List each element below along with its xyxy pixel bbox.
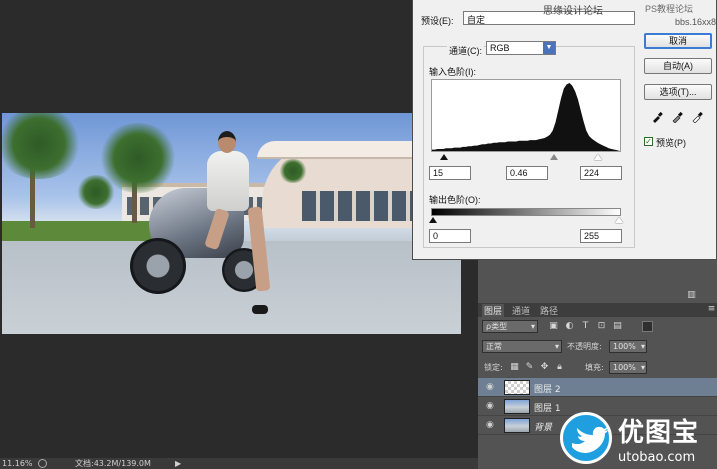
- rider-body: [207, 151, 249, 211]
- input-black-field[interactable]: 15: [429, 166, 471, 180]
- input-white-field[interactable]: 224: [580, 166, 622, 180]
- output-black-slider[interactable]: [429, 217, 437, 223]
- eye-icon[interactable]: ◉: [486, 382, 496, 392]
- rider-shoe: [252, 305, 268, 314]
- levels-dialog: 预设(E): 自定 思缘设计论坛 PS教程论坛 bbs.16xx8.com 通道…: [412, 0, 717, 260]
- input-white-slider[interactable]: [594, 154, 602, 160]
- zoom-level[interactable]: 11.16%: [2, 458, 33, 469]
- auto-button[interactable]: 自动(A): [644, 58, 712, 74]
- preset-value: 自定: [467, 15, 486, 25]
- preset-label: 预设(E):: [421, 16, 454, 26]
- black-eyedropper-icon[interactable]: [651, 111, 663, 123]
- output-gradient: [431, 208, 621, 216]
- logo-text-cn: 优图宝: [618, 418, 700, 448]
- layer-thumbnail: [504, 380, 530, 395]
- channel-label: 通道(C):: [447, 44, 484, 57]
- options-button[interactable]: 选项(T)...: [644, 84, 712, 100]
- eye-icon[interactable]: ◉: [486, 420, 496, 430]
- front-wheel: [130, 238, 186, 294]
- layer-name: 图层 2: [534, 385, 561, 395]
- status-arrow-icon[interactable]: ▶: [175, 458, 181, 469]
- layer-name: 背景: [534, 423, 553, 433]
- eye-icon[interactable]: ◉: [486, 401, 496, 411]
- bird-icon: [572, 426, 608, 453]
- input-gamma-field[interactable]: 0.46: [506, 166, 548, 180]
- output-white-field[interactable]: 255: [580, 229, 622, 243]
- blend-mode-select[interactable]: 正常 ▾: [482, 340, 562, 353]
- histogram-graph: [432, 83, 620, 151]
- watermark-url: bbs.16xx8.com: [675, 17, 717, 27]
- chevron-down-icon: ▾: [640, 363, 645, 372]
- tab-layers[interactable]: 图层: [482, 304, 505, 317]
- lock-label: 锁定:: [484, 363, 503, 372]
- output-white-slider[interactable]: [615, 217, 623, 223]
- opacity-input[interactable]: 100% ▾: [609, 340, 647, 353]
- channel-select[interactable]: RGB ▼: [486, 41, 556, 55]
- filter-shape-icon[interactable]: ⊡: [596, 321, 607, 332]
- palm-tree: [2, 113, 84, 179]
- opacity-label: 不透明度:: [567, 342, 602, 351]
- preview-label: 预览(P): [656, 138, 686, 148]
- input-gamma-slider[interactable]: [550, 154, 558, 160]
- lock-image-icon[interactable]: ✎: [524, 362, 535, 373]
- rider-head: [218, 131, 236, 153]
- layer-thumbnail: [504, 418, 530, 433]
- gray-eyedropper-icon[interactable]: [671, 111, 683, 123]
- blend-mode-value: 正常: [486, 342, 502, 351]
- cancel-button[interactable]: 取消: [644, 33, 712, 49]
- filter-pixel-icon[interactable]: ▣: [548, 321, 559, 332]
- chevron-down-icon: ▾: [554, 342, 559, 351]
- white-eyedropper-icon[interactable]: [691, 111, 703, 123]
- kind-filter-select[interactable]: ρ类型 ▾: [482, 320, 538, 333]
- tab-channels[interactable]: 通道: [510, 304, 532, 317]
- layer-row-layer2[interactable]: ◉ 图层 2: [478, 378, 717, 397]
- status-bar: 11.16% 文档:43.2M/139.0M ▶: [0, 458, 478, 469]
- bird-logo-icon: [560, 412, 612, 464]
- opacity-value: 100%: [613, 342, 636, 351]
- tab-paths[interactable]: 路径: [538, 304, 560, 317]
- lock-position-icon[interactable]: ✥: [539, 362, 550, 373]
- chevron-down-icon: ▾: [640, 342, 645, 351]
- kind-filter-value: ρ类型: [486, 322, 508, 331]
- input-black-slider[interactable]: [440, 154, 448, 160]
- watermark-text: 思缘设计论坛: [543, 6, 603, 17]
- channel-value: RGB: [490, 43, 510, 53]
- document-info: 文档:43.2M/139.0M: [75, 459, 151, 468]
- chevron-down-icon: ▾: [530, 322, 535, 331]
- preview-checkbox[interactable]: ✓: [644, 137, 653, 146]
- filter-type-icon[interactable]: T: [580, 321, 591, 332]
- filter-toggle-icon[interactable]: [642, 321, 653, 332]
- histogram: [431, 79, 621, 152]
- fill-input[interactable]: 100% ▾: [609, 361, 647, 374]
- status-info-icon[interactable]: [38, 459, 47, 468]
- lock-all-icon[interactable]: 🔒︎: [554, 362, 565, 373]
- layer-name: 图层 1: [534, 404, 561, 414]
- site-logo: 优图宝 utobao.com: [560, 410, 717, 469]
- chevron-down-icon: ▼: [543, 42, 555, 54]
- filter-adjustment-icon[interactable]: ◐: [564, 321, 575, 332]
- lock-transparent-icon[interactable]: ▦: [509, 362, 520, 373]
- histogram-shape: [432, 83, 620, 151]
- output-black-field[interactable]: 0: [429, 229, 471, 243]
- trash-icon[interactable]: ▥: [686, 290, 697, 301]
- fill-label: 填充:: [585, 363, 604, 372]
- small-palm: [76, 175, 116, 209]
- logo-text-en: utobao.com: [618, 450, 696, 465]
- canvas-photo[interactable]: [2, 113, 461, 334]
- watermark-site: PS教程论坛: [645, 4, 694, 14]
- panel-menu-icon[interactable]: ≡: [706, 304, 717, 315]
- output-levels-label: 输出色阶(O):: [429, 195, 481, 205]
- filter-smart-icon[interactable]: ▤: [612, 321, 623, 332]
- layer-thumbnail: [504, 399, 530, 414]
- input-levels-label: 输入色阶(I):: [429, 67, 476, 77]
- fill-value: 100%: [613, 363, 636, 372]
